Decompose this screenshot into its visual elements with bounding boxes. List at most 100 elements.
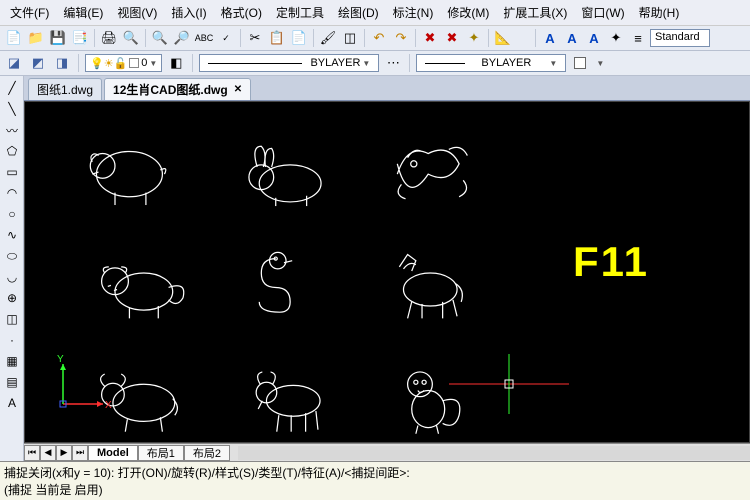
measure-button[interactable]: 📐 [493,28,513,48]
document-tab[interactable]: 12生肖CAD图纸.dwg ✕ [104,78,251,100]
insert-block-tool[interactable]: ⊕ [1,288,23,308]
copy-button[interactable]: 📋 [267,28,287,48]
save-all-button[interactable]: 📑 [70,28,90,48]
text-find-button[interactable]: ABC [194,28,214,48]
hatch-tool[interactable]: ▦ [1,351,23,371]
horizontal-scrollbar[interactable] [238,446,750,460]
layer-previous-button[interactable]: ◨ [52,53,72,73]
lineweight-button[interactable]: ⋯ [383,53,403,73]
close-icon[interactable]: ✕ [234,84,242,95]
layer-manager-button[interactable]: ◪ [4,53,24,73]
layer-name: 0 [141,57,147,69]
menu-insert[interactable]: 插入(I) [165,2,212,23]
layout2-tab[interactable]: 布局2 [184,445,230,461]
last-layout-button[interactable]: ⏭ [72,445,88,461]
ucs-icon: X Y [53,354,113,414]
region-tool[interactable]: ▤ [1,372,23,392]
ellipse-tool[interactable]: ⬭ [1,246,23,266]
ellipse-arc-tool[interactable]: ◡ [1,267,23,287]
text-tool[interactable]: A [1,393,23,413]
layout1-tab[interactable]: 布局1 [138,445,184,461]
properties-button[interactable]: ✦ [464,28,484,48]
lightbulb-icon: 💡 [90,57,104,70]
menu-edit[interactable]: 编辑(E) [57,2,109,23]
polyline-tool[interactable]: 〰 [1,120,23,140]
pointstyle-button[interactable]: ✦ [606,28,626,48]
line-tool[interactable]: ╱ [1,78,23,98]
chevron-down-icon: ▼ [596,59,604,68]
chevron-down-icon: ▼ [362,59,370,68]
style-combo[interactable]: Standard [650,29,710,47]
linetype-combo[interactable]: BYLAYER ▼ [199,54,379,72]
command-history-line: 捕捉关闭(x和y = 10): 打开(ON)/旋转(R)/样式(S)/类型(T)… [4,464,746,481]
spell-check-button[interactable]: ✓ [216,28,236,48]
color-button[interactable] [570,53,590,73]
menu-extension-tools[interactable]: 扩展工具(X) [497,2,573,23]
cancel-button[interactable]: ✖ [420,28,440,48]
next-layout-button[interactable]: ▶ [56,445,72,461]
draw-toolbar: ╱ ╲ 〰 ⬠ ▭ ◠ ○ ∿ ⬭ ◡ ⊕ ◫ · ▦ ▤ A [0,76,24,461]
spline-tool[interactable]: ∿ [1,225,23,245]
standard-toolbar: 📄 📁 💾 📑 🖨 🔍 🔍 🔎 ABC ✓ ✂ 📋 📄 🖌 ◫ ↶ ↷ ✖ ✖ … [0,26,750,51]
document-tabs: 图纸1.dwg 12生肖CAD图纸.dwg ✕ [24,76,750,101]
tab-label: 12生肖CAD图纸.dwg [113,81,228,98]
menu-window[interactable]: 窗口(W) [575,2,630,23]
block-tool[interactable]: ◫ [1,309,23,329]
delete-button[interactable]: ✖ [442,28,462,48]
menu-format[interactable]: 格式(O) [215,2,268,23]
command-history-line: (捕捉 当前是 启用) [4,481,746,498]
block-button[interactable]: ◫ [340,28,360,48]
find-button[interactable]: 🔍 [150,28,170,48]
menu-custom-tools[interactable]: 定制工具 [270,2,330,23]
mlinestyle-button[interactable]: ≡ [628,28,648,48]
layer-state-button[interactable]: ◩ [28,53,48,73]
textstyle-button[interactable]: A [540,28,560,48]
prev-layout-button[interactable]: ◀ [40,445,56,461]
menu-modify[interactable]: 修改(M) [441,2,495,23]
dimstyle-button[interactable]: A [562,28,582,48]
paste-button[interactable]: 📄 [289,28,309,48]
menu-file[interactable]: 文件(F) [4,2,55,23]
rectangle-tool[interactable]: ▭ [1,162,23,182]
menu-view[interactable]: 视图(V) [111,2,163,23]
model-tab[interactable]: Model [88,445,138,461]
cut-button[interactable]: ✂ [245,28,265,48]
preview-button[interactable]: 🔍 [121,28,141,48]
new-button[interactable]: 📄 [4,28,24,48]
menu-annotation[interactable]: 标注(N) [387,2,440,23]
tablestyle-button[interactable]: A [584,28,604,48]
main-area: 图纸1.dwg 12生肖CAD图纸.dwg ✕ [24,76,750,461]
first-layout-button[interactable]: ⏮ [24,445,40,461]
workspace: ╱ ╲ 〰 ⬠ ▭ ◠ ○ ∿ ⬭ ◡ ⊕ ◫ · ▦ ▤ A 图纸1.dwg … [0,76,750,461]
redo-button[interactable]: ↷ [391,28,411,48]
polygon-tool[interactable]: ⬠ [1,141,23,161]
drawing-canvas[interactable]: F11 X Y [24,101,750,443]
overlay-hint: F11 [573,238,649,286]
menu-bar: 文件(F) 编辑(E) 视图(V) 插入(I) 格式(O) 定制工具 绘图(D)… [0,0,750,26]
xline-tool[interactable]: ╲ [1,99,23,119]
arc-tool[interactable]: ◠ [1,183,23,203]
circle-tool[interactable]: ○ [1,204,23,224]
document-tab[interactable]: 图纸1.dwg [28,78,102,100]
save-button[interactable]: 💾 [48,28,68,48]
zoom-button[interactable]: 🔎 [172,28,192,48]
menu-draw[interactable]: 绘图(D) [332,2,385,23]
folder-button[interactable]: 📁 [26,28,46,48]
lock-icon: 🔓 [114,57,128,70]
command-window[interactable]: 捕捉关闭(x和y = 10): 打开(ON)/旋转(R)/样式(S)/类型(T)… [0,461,750,500]
svg-text:Y: Y [57,354,64,365]
undo-button[interactable]: ↶ [369,28,389,48]
svg-text:X: X [105,400,112,411]
linetype-value: BYLAYER [310,57,360,69]
point-tool[interactable]: · [1,330,23,350]
menu-help[interactable]: 帮助(H) [633,2,686,23]
chevron-down-icon: ▼ [549,59,557,68]
format-painter-button[interactable]: 🖌 [318,28,338,48]
layer-combo[interactable]: 💡 ☀ 🔓 0 ▼ [85,54,162,72]
print-button[interactable]: 🖨 [99,28,119,48]
lineweight-combo[interactable]: BYLAYER ▼ [416,54,566,72]
chevron-down-icon: ▼ [149,59,157,68]
layer-tool-button[interactable]: ◧ [166,53,186,73]
sun-icon: ☀ [104,57,114,70]
layout-tabs: ⏮ ◀ ▶ ⏭ Model 布局1 布局2 [24,443,750,461]
